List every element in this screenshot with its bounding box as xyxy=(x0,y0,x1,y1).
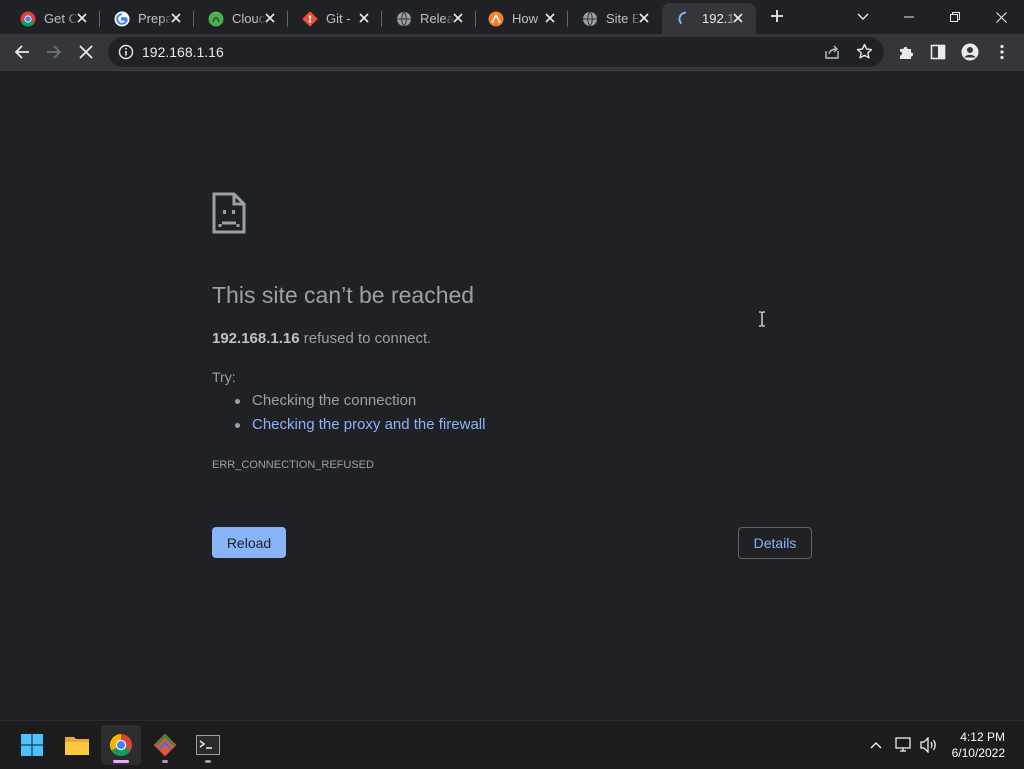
chrome-taskbar-icon[interactable] xyxy=(101,725,141,765)
list-item: Checking the connection xyxy=(212,391,485,415)
volume-icon[interactable] xyxy=(919,735,939,755)
chevron-up-icon[interactable] xyxy=(866,735,886,755)
close-tab-icon[interactable] xyxy=(262,10,278,26)
info-icon[interactable] xyxy=(118,44,134,60)
close-tab-icon[interactable] xyxy=(74,10,90,26)
tab-title: Git - xyxy=(326,11,351,26)
close-tab-icon[interactable] xyxy=(636,10,652,26)
clock-time: 4:12 PM xyxy=(960,730,1005,744)
address-bar[interactable]: 192.168.1.16 xyxy=(108,37,884,67)
reload-button[interactable]: Reload xyxy=(212,527,286,558)
tab-get-chrome[interactable]: Get C xyxy=(4,3,100,34)
running-app-indicator xyxy=(205,760,211,763)
extensions-icon[interactable] xyxy=(895,41,917,63)
tab-title: How xyxy=(512,11,539,26)
tab-title: Relea xyxy=(420,11,454,26)
kebab-menu-icon[interactable] xyxy=(991,41,1013,63)
suggestion-text: Checking the connection xyxy=(252,392,417,409)
host-name: 192.168.1.16 xyxy=(212,330,300,347)
minimize-icon[interactable] xyxy=(898,6,920,28)
close-window-icon[interactable] xyxy=(990,6,1012,28)
tab-title: Get C xyxy=(44,11,78,26)
tab-search-icon[interactable] xyxy=(852,6,874,28)
sad-file-icon xyxy=(212,192,246,234)
text-cursor-icon xyxy=(756,311,768,332)
file-explorer-icon[interactable] xyxy=(57,725,97,765)
back-icon[interactable] xyxy=(11,41,33,63)
error-page: This site can’t be reached 192.168.1.16 … xyxy=(0,71,1024,720)
restore-icon[interactable] xyxy=(944,6,966,28)
forward-icon[interactable] xyxy=(43,41,65,63)
share-icon[interactable] xyxy=(824,44,840,60)
orange-app-icon xyxy=(488,11,504,27)
close-tab-icon[interactable] xyxy=(168,10,184,26)
close-tab-icon[interactable] xyxy=(542,10,558,26)
tab-git[interactable]: Git - xyxy=(286,3,382,34)
summary-text: refused to connect. xyxy=(299,330,432,347)
google-icon xyxy=(114,11,130,27)
side-panel-icon[interactable] xyxy=(927,41,949,63)
profile-avatar-icon[interactable] xyxy=(959,41,981,63)
list-item[interactable]: Checking the proxy and the firewall xyxy=(212,415,485,439)
close-tab-icon[interactable] xyxy=(450,10,466,26)
globe-icon xyxy=(396,11,412,27)
windows-start-icon[interactable] xyxy=(12,725,52,765)
tab-site[interactable]: Site E xyxy=(566,3,662,34)
proxy-firewall-link[interactable]: Checking the proxy and the firewall xyxy=(252,416,485,433)
clock-date: 6/10/2022 xyxy=(951,746,1005,760)
bookmark-star-icon[interactable] xyxy=(856,43,873,60)
tab-strip: Get C Prepa Clouc Git - Relea How Site E… xyxy=(0,0,1024,34)
new-tab-icon[interactable] xyxy=(768,7,786,25)
globe-icon xyxy=(582,11,598,27)
git-gui-icon[interactable] xyxy=(145,725,185,765)
chrome-icon xyxy=(20,11,36,27)
cloud-shell-icon xyxy=(208,11,224,27)
tab-title: Site E xyxy=(606,11,640,26)
tab-prepare[interactable]: Prepa xyxy=(98,3,194,34)
taskbar: 4:12 PM 6/10/2022 xyxy=(0,720,1024,769)
loading-spinner-icon xyxy=(678,11,694,27)
git-icon xyxy=(302,10,318,27)
tab-title: Prepa xyxy=(138,11,172,26)
error-summary: 192.168.1.16 refused to connect. xyxy=(212,330,431,347)
tab-title: Clouc xyxy=(232,11,266,26)
close-tab-icon[interactable] xyxy=(730,10,746,26)
url-text[interactable]: 192.168.1.16 xyxy=(142,44,224,60)
tab-releases[interactable]: Relea xyxy=(380,3,476,34)
page-title: This site can’t be reached xyxy=(212,282,475,308)
close-tab-icon[interactable] xyxy=(356,10,372,26)
details-button[interactable]: Details xyxy=(738,527,812,559)
network-icon[interactable] xyxy=(894,735,914,755)
error-code: ERR_CONNECTION_REFUSED xyxy=(212,459,374,471)
taskbar-clock[interactable]: 4:12 PM 6/10/2022 xyxy=(952,729,1005,761)
tab-how[interactable]: How xyxy=(472,3,568,34)
tab-active-192[interactable]: 192.1 xyxy=(662,3,756,34)
active-app-indicator xyxy=(113,760,129,763)
terminal-icon[interactable] xyxy=(188,725,228,765)
running-app-indicator xyxy=(162,760,168,763)
stop-loading-icon[interactable] xyxy=(75,41,97,63)
tab-cloud[interactable]: Clouc xyxy=(192,3,288,34)
try-label: Try: xyxy=(212,369,236,385)
browser-toolbar: 192.168.1.16 xyxy=(0,34,1024,71)
suggestion-list: Checking the connection Checking the pro… xyxy=(212,391,485,439)
